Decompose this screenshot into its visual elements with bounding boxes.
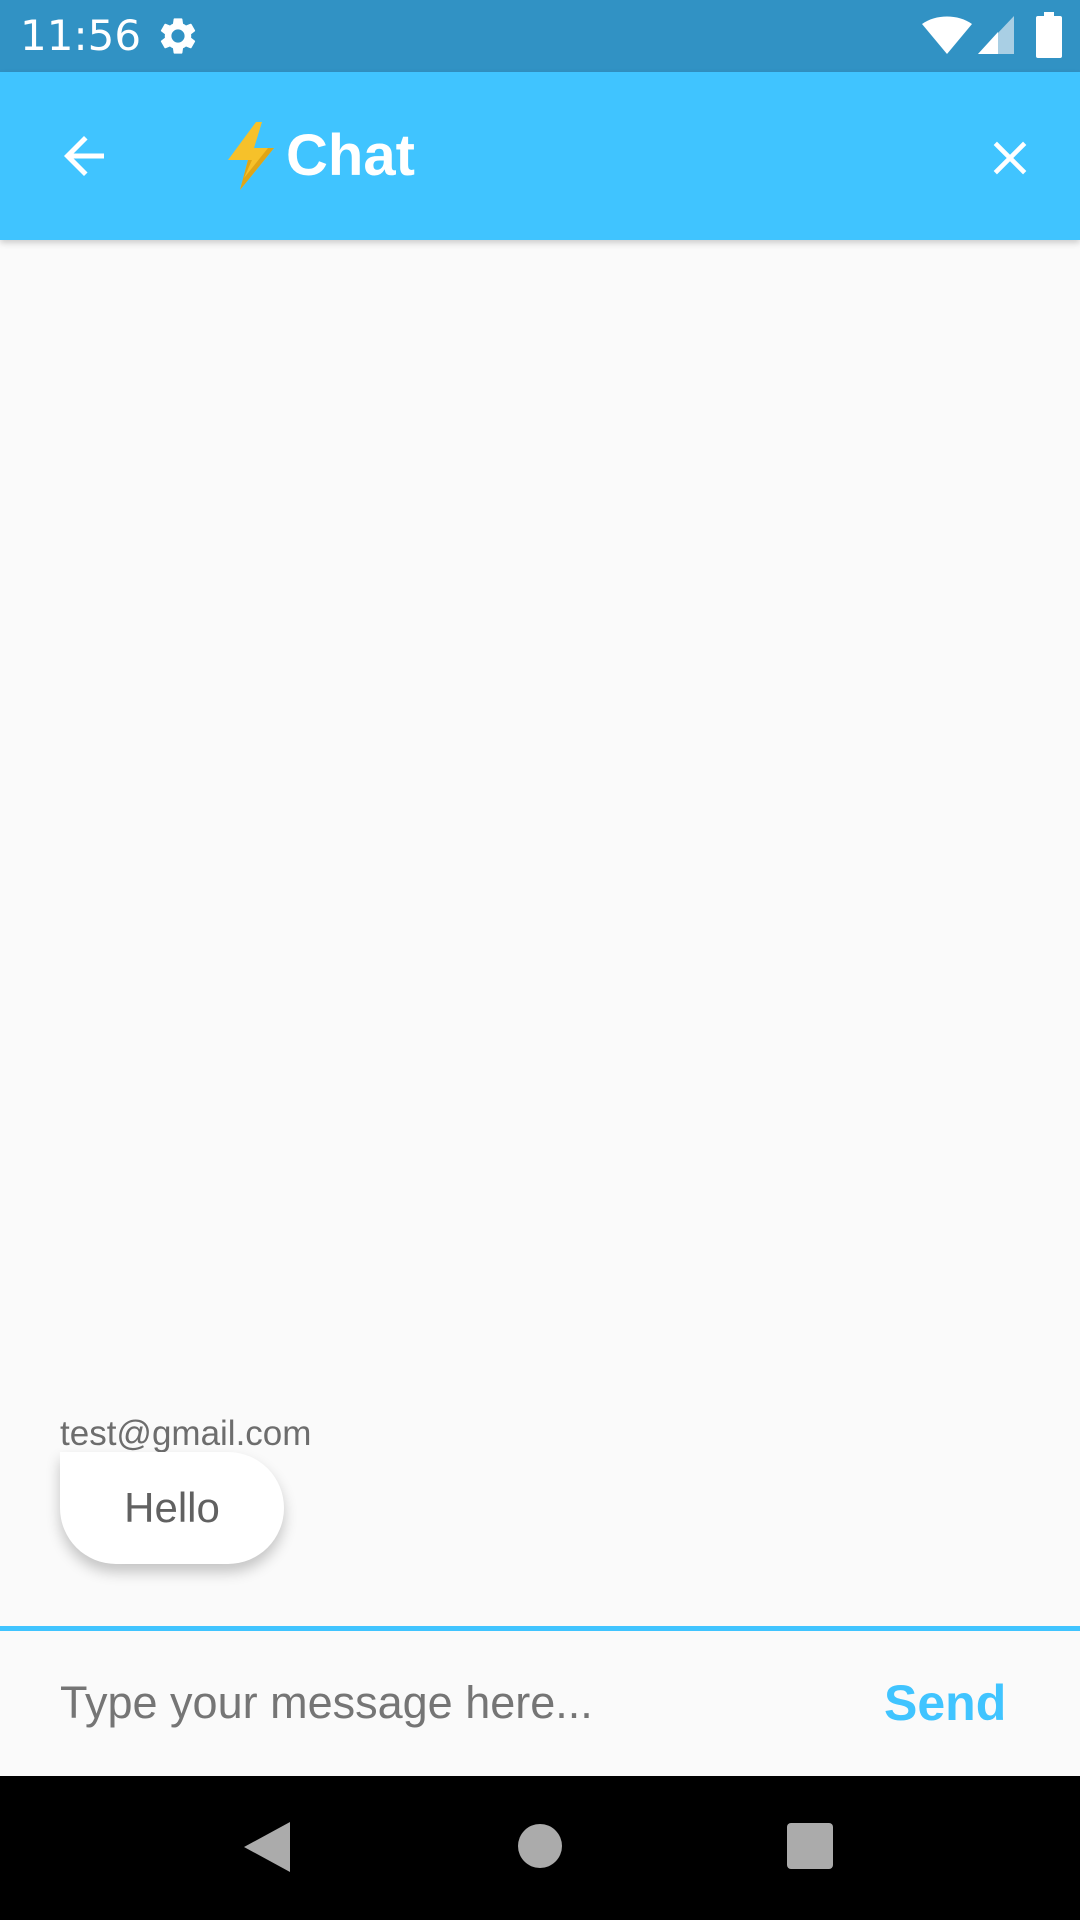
page-title-text: Chat (286, 123, 415, 188)
nav-recents-icon[interactable] (787, 1823, 833, 1869)
send-button[interactable]: Send (884, 1661, 1006, 1745)
lightning-bolt-icon (228, 122, 274, 190)
nav-home-icon[interactable] (517, 1823, 563, 1869)
status-time: 11:56 (20, 11, 142, 60)
page-title: Chat (222, 116, 415, 196)
message-list[interactable]: test@gmail.com Hello (0, 240, 1080, 1626)
navigation-bar (0, 1776, 1080, 1920)
wifi-icon (922, 16, 972, 54)
message-sender: test@gmail.com (60, 1414, 312, 1453)
arrow-back-icon[interactable] (54, 126, 114, 186)
message-bubble[interactable]: Hello (60, 1452, 284, 1564)
message-composer: Send (0, 1631, 1080, 1776)
battery-icon (1036, 12, 1062, 58)
message-input[interactable] (60, 1665, 820, 1741)
status-bar: 11:56 (0, 0, 1080, 72)
signal-icon (978, 16, 1014, 54)
nav-back-icon[interactable] (244, 1822, 290, 1872)
close-icon[interactable] (982, 130, 1038, 186)
gear-icon (160, 18, 196, 54)
message-text: Hello (124, 1484, 220, 1531)
app-bar: Chat (0, 72, 1080, 240)
